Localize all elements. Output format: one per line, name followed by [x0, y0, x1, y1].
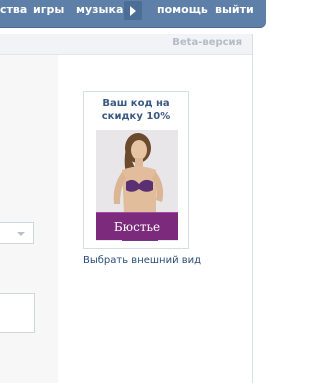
nav-item-music[interactable]: музыка	[76, 0, 123, 22]
ad-banner[interactable]: Ваш код на скидку 10% Бюстье	[83, 91, 189, 249]
play-triangle-icon	[130, 6, 136, 16]
content-border	[252, 34, 253, 383]
text-area[interactable]	[0, 293, 35, 333]
choose-appearance-link[interactable]: Выбрать внешний вид	[83, 255, 201, 266]
nav-more-button[interactable]	[124, 1, 142, 20]
select-dropdown[interactable]	[0, 222, 34, 244]
nav-item-logout[interactable]: выйти	[215, 0, 254, 22]
sub-header-bar: Beta-версия	[0, 34, 252, 55]
nav-item-games[interactable]: игры	[33, 0, 64, 22]
beta-version-label: Beta-версия	[172, 37, 242, 48]
chevron-down-icon	[17, 232, 25, 236]
nav-item-help[interactable]: помощь	[157, 0, 208, 22]
nav-item-communities[interactable]: ства	[0, 0, 27, 22]
ad-title: Ваш код на скидку 10%	[101, 98, 171, 122]
ad-brand-logo: Бюстье	[96, 212, 178, 240]
top-navigation-bar: ства игры музыка помощь выйти	[0, 0, 266, 27]
